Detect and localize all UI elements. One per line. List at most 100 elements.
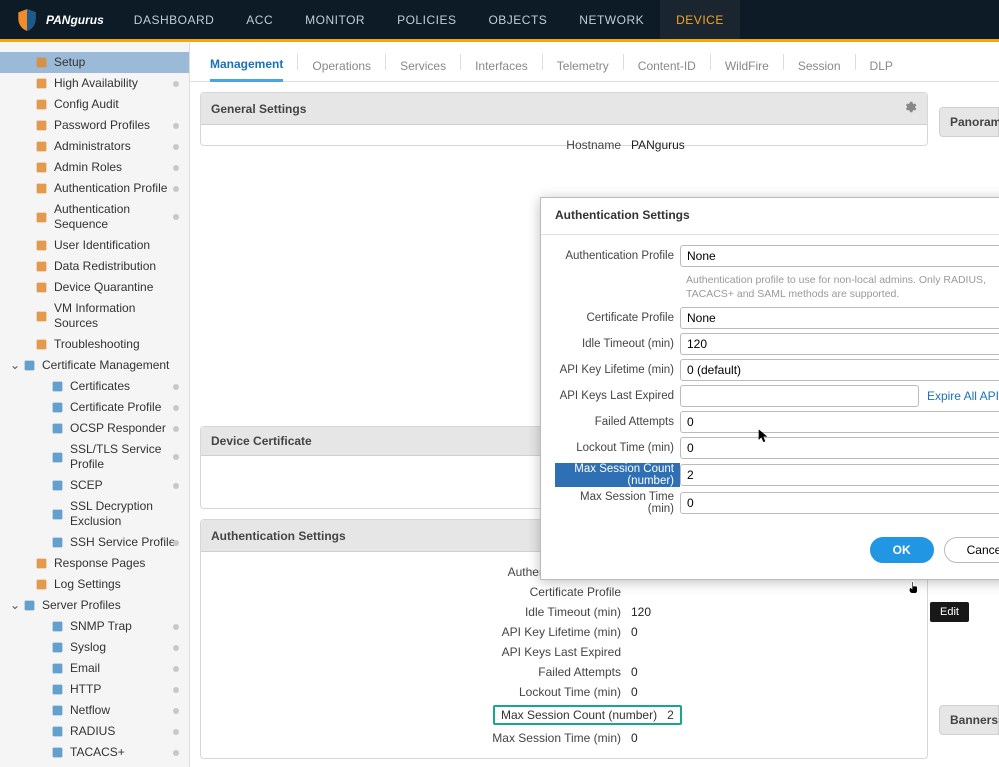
device-icon (34, 338, 48, 352)
cancel-button[interactable]: Cancel (944, 537, 999, 563)
api-key-lifetime-select[interactable]: 0 (default) (680, 359, 999, 381)
sidebar-item-label: Email (70, 661, 100, 676)
status-dot-icon (173, 624, 179, 630)
panel-title: Authentication Settings (211, 529, 346, 543)
sidebar-item-log-settings[interactable]: Log Settings (0, 574, 189, 595)
sidebar-item-response-pages[interactable]: Response Pages (0, 553, 189, 574)
sidebar-item-certificate-profile[interactable]: Certificate Profile (0, 397, 189, 418)
edit-tooltip: Edit (930, 602, 969, 622)
panel-header: General Settings (201, 93, 927, 125)
api-keys-expired-input[interactable] (680, 385, 919, 407)
sidebar-item-troubleshooting[interactable]: Troubleshooting (0, 334, 189, 355)
server-icon (50, 641, 64, 655)
sidebar-item-config-audit[interactable]: Config Audit (0, 94, 189, 115)
device-icon (34, 77, 48, 91)
cert-profile-select[interactable]: None (680, 307, 999, 329)
tab-wildfire[interactable]: WildFire (725, 49, 769, 81)
sidebar-item-label: TACACS+ (70, 745, 125, 760)
brand-logo: PANgurus (0, 7, 118, 33)
sidebar-item-netflow[interactable]: Netflow (0, 700, 189, 721)
chevron-down-icon[interactable]: ⌄ (10, 358, 20, 373)
status-dot-icon (173, 165, 179, 171)
tab-content-id[interactable]: Content-ID (638, 49, 696, 81)
tab-services[interactable]: Services (400, 49, 446, 81)
sidebar-item-label: Device Quarantine (54, 280, 153, 295)
sidebar-item-ocsp-responder[interactable]: OCSP Responder (0, 418, 189, 439)
topnav-objects[interactable]: OBJECTS (472, 0, 563, 39)
topnav-policies[interactable]: POLICIES (381, 0, 472, 39)
device-icon (34, 119, 48, 133)
sidebar-item-high-availability[interactable]: High Availability (0, 73, 189, 94)
sidebar-item-setup[interactable]: Setup (0, 52, 189, 73)
lockout-time-input[interactable] (680, 437, 999, 459)
sidebar-item-label: OCSP Responder (70, 421, 166, 436)
sidebar-item-label: Authentication Sequence (54, 202, 181, 232)
tab-management[interactable]: Management (210, 47, 283, 82)
sidebar-item-server-profiles[interactable]: ⌄Server Profiles (0, 595, 189, 616)
hostname-value: PANgurus (631, 138, 685, 152)
ok-button[interactable]: OK (870, 537, 934, 563)
max-session-time-input[interactable] (680, 492, 999, 514)
chevron-down-icon[interactable]: ⌄ (10, 598, 20, 613)
failed-attempts-label: Failed Attempts (555, 416, 680, 428)
tab-session[interactable]: Session (798, 49, 841, 81)
failed-attempts-input[interactable] (680, 411, 999, 433)
sidebar-item-label: Certificates (70, 379, 130, 394)
status-dot-icon (173, 384, 179, 390)
tab-telemetry[interactable]: Telemetry (557, 49, 609, 81)
auth-profile-select[interactable]: None (680, 245, 999, 267)
device-icon (34, 182, 48, 196)
sidebar-item-admin-roles[interactable]: Admin Roles (0, 157, 189, 178)
sidebar-item-certificate-management[interactable]: ⌄Certificate Management (0, 355, 189, 376)
sidebar-item-authentication-sequence[interactable]: Authentication Sequence (0, 199, 189, 235)
topnav-network[interactable]: NETWORK (563, 0, 660, 39)
gear-icon[interactable] (903, 100, 917, 117)
status-dot-icon (173, 708, 179, 714)
tab-interfaces[interactable]: Interfaces (475, 49, 528, 81)
sidebar-item-http[interactable]: HTTP (0, 679, 189, 700)
sidebar-item-ldap[interactable]: LDAP (0, 763, 189, 767)
sidebar-item-device-quarantine[interactable]: Device Quarantine (0, 277, 189, 298)
idle-timeout-label: Idle Timeout (min) (555, 338, 680, 350)
sidebar-item-ssl-decryption-exclusion[interactable]: SSL Decryption Exclusion (0, 496, 189, 532)
panel-body: Authentication ProfileCertificate Profil… (201, 552, 927, 758)
expire-all-api-keys-link[interactable]: Expire All API Keys (927, 389, 999, 403)
sidebar-item-data-redistribution[interactable]: Data Redistribution (0, 256, 189, 277)
device-icon (34, 281, 48, 295)
status-dot-icon (173, 687, 179, 693)
sidebar-item-email[interactable]: Email (0, 658, 189, 679)
auth-profile-label: Authentication Profile (555, 250, 680, 262)
tab-operations[interactable]: Operations (312, 49, 371, 81)
tab-bar: Management Operations Services Interfaces Te… (190, 42, 999, 82)
sidebar-item-authentication-profile[interactable]: Authentication Profile (0, 178, 189, 199)
sidebar-item-snmp-trap[interactable]: SNMP Trap (0, 616, 189, 637)
server-icon (50, 620, 64, 634)
sidebar-item-ssh-service-profile[interactable]: SSH Service Profile (0, 532, 189, 553)
sidebar-item-password-profiles[interactable]: Password Profiles (0, 115, 189, 136)
sidebar-item-scep[interactable]: SCEP (0, 475, 189, 496)
topnav-dashboard[interactable]: DASHBOARD (118, 0, 231, 39)
status-dot-icon (173, 123, 179, 129)
sidebar-item-certificates[interactable]: Certificates (0, 376, 189, 397)
topnav-acc[interactable]: ACC (230, 0, 289, 39)
sidebar-item-user-identification[interactable]: User Identification (0, 235, 189, 256)
sidebar-item-radius[interactable]: RADIUS (0, 721, 189, 742)
sidebar-item-label: Syslog (70, 640, 106, 655)
sidebar-item-label: Config Audit (54, 97, 119, 112)
cert-icon (50, 422, 64, 436)
sidebar-item-ssl-tls-service-profile[interactable]: SSL/TLS Service Profile (0, 439, 189, 475)
sidebar-item-vm-information-sources[interactable]: VM Information Sources (0, 298, 189, 334)
topnav-monitor[interactable]: MONITOR (289, 0, 381, 39)
topnav-device[interactable]: DEVICE (660, 0, 740, 39)
sidebar-item-label: SSL/TLS Service Profile (70, 442, 181, 472)
sidebar-item-administrators[interactable]: Administrators (0, 136, 189, 157)
sidebar-item-tacacs-[interactable]: TACACS+ (0, 742, 189, 763)
sidebar-item-syslog[interactable]: Syslog (0, 637, 189, 658)
device-icon (34, 98, 48, 112)
tab-dlp[interactable]: DLP (870, 49, 893, 81)
auth-row: Max Session Count (number)2 (211, 702, 917, 728)
idle-timeout-select[interactable]: 120 (680, 333, 999, 355)
panel-title: Device Certificate (211, 434, 312, 448)
max-session-count-input[interactable] (680, 464, 999, 486)
status-dot-icon (173, 540, 179, 546)
